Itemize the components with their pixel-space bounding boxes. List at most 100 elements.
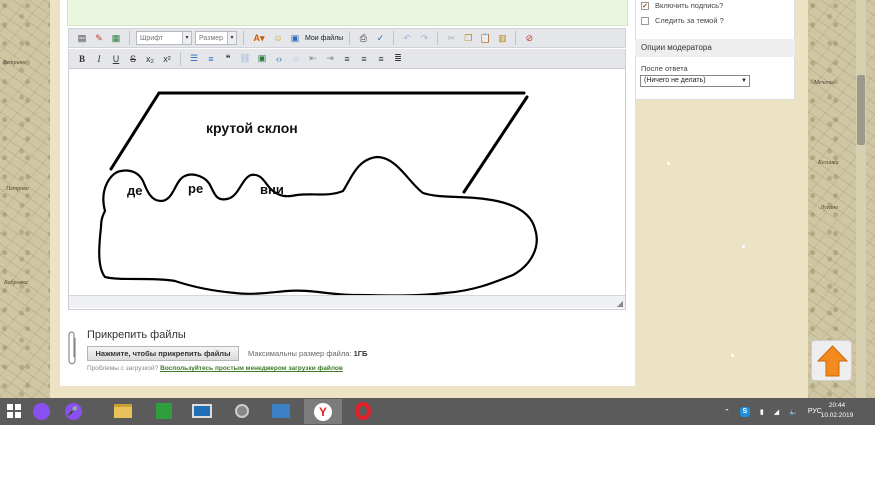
source-icon[interactable]: ▤	[75, 31, 89, 45]
after-reply-select[interactable]: (Ничего не делать) ▼	[640, 75, 750, 87]
code-icon[interactable]: ‹›	[272, 52, 286, 66]
size-select-label: Размер	[199, 34, 224, 42]
subscript-icon[interactable]: x₂	[143, 52, 157, 66]
remove-format-icon[interactable]: ⊘	[522, 31, 536, 45]
spellcheck-icon[interactable]: ✓	[373, 31, 387, 45]
text-color-icon[interactable]: A▾	[250, 31, 268, 45]
indent-icon[interactable]: ⇤	[306, 52, 320, 66]
chevron-down-icon: ▼	[741, 78, 747, 84]
file-explorer-icon[interactable]	[112, 401, 134, 421]
signature-checkbox[interactable]: ✓	[641, 1, 649, 10]
map-label: Лугино	[820, 205, 839, 211]
resize-handle-icon[interactable]: ◢	[617, 299, 623, 308]
chevron-up-icon[interactable]: ⌃	[724, 408, 730, 416]
image-icon[interactable]: ▣	[255, 52, 269, 66]
paste-icon[interactable]: 📋	[478, 31, 492, 45]
map-label: Мечеть	[814, 80, 835, 86]
follow-checkbox[interactable]	[641, 16, 649, 25]
taskbar-clock[interactable]: 20:44 10.02.2019	[817, 401, 857, 421]
bullet-list-icon[interactable]: ≡	[204, 52, 218, 66]
yandex-browser-icon[interactable]: Y	[304, 399, 342, 424]
max-size-value: 1ГБ	[353, 349, 368, 358]
quote-icon[interactable]: ❝	[221, 52, 235, 66]
alice-assistant-icon[interactable]	[30, 401, 52, 421]
volume-icon[interactable]: 🔈	[789, 408, 798, 416]
paperclip-icon	[68, 331, 76, 365]
upload-help-prefix: Проблемы с загрузкой?	[87, 365, 159, 372]
opera-icon[interactable]	[352, 401, 374, 421]
toolbar-separator	[437, 31, 439, 45]
attach-title: Прикрепить файлы	[87, 329, 186, 341]
page-scrollbar[interactable]	[856, 0, 866, 398]
print-icon[interactable]: ⎙	[356, 31, 370, 45]
system-tray: ⌃ S ▮ ◢ 🔈 РУС	[724, 398, 822, 425]
slope-label: крутой склон	[206, 120, 298, 136]
village-label-part2: ре	[188, 181, 204, 196]
skype-icon[interactable]: S	[739, 406, 750, 417]
copy-icon[interactable]: ❐	[461, 31, 475, 45]
wifi-icon[interactable]: ◢	[774, 408, 779, 416]
toolbar-separator	[393, 31, 395, 45]
clock-time: 20:44	[828, 402, 846, 409]
my-files-icon[interactable]: ▣	[288, 31, 302, 45]
outdent-icon[interactable]: ⇥	[323, 52, 337, 66]
align-right-icon[interactable]: ≡	[374, 52, 388, 66]
underline-icon[interactable]: U	[109, 52, 123, 66]
font-select-label: Шрифт	[140, 34, 164, 42]
drawing-canvas	[98, 91, 538, 297]
toolbar-separator	[180, 51, 181, 66]
map-label: Бобровка	[4, 280, 28, 286]
windows-start-icon[interactable]	[3, 401, 25, 421]
eraser-icon[interactable]: ✎	[92, 31, 106, 45]
toolbar-separator	[515, 31, 517, 45]
quick-reply-header	[67, 0, 628, 26]
max-file-size: Максимальны размер файла: 1ГБ	[248, 349, 367, 358]
strikethrough-icon[interactable]: S	[126, 52, 140, 66]
attach-files-button[interactable]: Нажмите, чтобы прикрепить файлы	[87, 346, 239, 361]
battery-icon[interactable]: ▮	[760, 408, 764, 416]
store-icon[interactable]	[153, 401, 175, 421]
taskbar: 🎤 Y ⌃ S ▮ ◢ 🔈 РУС	[0, 398, 875, 425]
table-icon[interactable]: ▦	[109, 31, 123, 45]
map-background-left: Ветрино Петрово Бобровка	[0, 0, 50, 398]
align-justify-icon[interactable]: ≣	[391, 52, 405, 66]
numbered-list-icon[interactable]: ☰	[187, 52, 201, 66]
redo-icon[interactable]: ↷	[417, 31, 431, 45]
webcam-app-icon[interactable]	[231, 401, 253, 421]
undo-icon[interactable]: ↶	[400, 31, 414, 45]
village-outline	[98, 155, 538, 297]
max-size-label: Максимальны размер файла:	[248, 349, 352, 358]
microphone-icon[interactable]: 🎤	[62, 401, 84, 421]
signature-option[interactable]: ✓ Включить подпись?	[641, 1, 723, 10]
italic-icon[interactable]: I	[92, 52, 106, 66]
page-scrollbar-thumb[interactable]	[857, 75, 865, 145]
size-select[interactable]: Размер ▾	[195, 31, 237, 45]
simple-uploader-link[interactable]: Воспользуйтесь простым менеджером загруз…	[160, 365, 343, 372]
toolbar-separator	[243, 31, 244, 45]
village-label-part1: де	[127, 183, 143, 198]
scroll-to-top-button[interactable]	[811, 340, 852, 381]
monitor-app-icon[interactable]	[191, 401, 213, 421]
spoiler-icon[interactable]: ◌	[289, 52, 303, 66]
superscript-icon[interactable]: x²	[160, 52, 174, 66]
paste-text-icon[interactable]: ▥	[495, 31, 509, 45]
font-select[interactable]: Шрифт ▾	[136, 31, 192, 45]
editor-area[interactable]: крутой склон де ре вни	[68, 68, 626, 310]
editor-resize-bar[interactable]: ◢	[69, 295, 625, 308]
unlink-icon[interactable]: ⛓	[238, 52, 252, 66]
smiley-icon[interactable]: ☺	[271, 31, 285, 45]
align-left-icon[interactable]: ≡	[340, 52, 354, 66]
moderator-options-title: Опции модератора	[635, 39, 795, 57]
network-app-icon[interactable]	[270, 401, 292, 421]
align-center-icon[interactable]: ≡	[357, 52, 371, 66]
chevron-down-icon: ▾	[182, 32, 191, 44]
bold-icon[interactable]: B	[75, 52, 89, 66]
follow-option[interactable]: Следить за темой ?	[641, 16, 724, 25]
map-label: Кегинки	[818, 160, 839, 166]
toolbar-separator	[349, 31, 351, 45]
signature-label: Включить подпись?	[655, 1, 724, 10]
my-files-label[interactable]: Мои файлы	[305, 35, 343, 42]
editor-toolbar-top: ▤ ✎ ▦ Шрифт ▾ Размер ▾ A▾ ☺ ▣ Мои файлы …	[68, 28, 626, 48]
sparkle	[667, 162, 670, 165]
cut-icon[interactable]: ✂	[444, 31, 458, 45]
